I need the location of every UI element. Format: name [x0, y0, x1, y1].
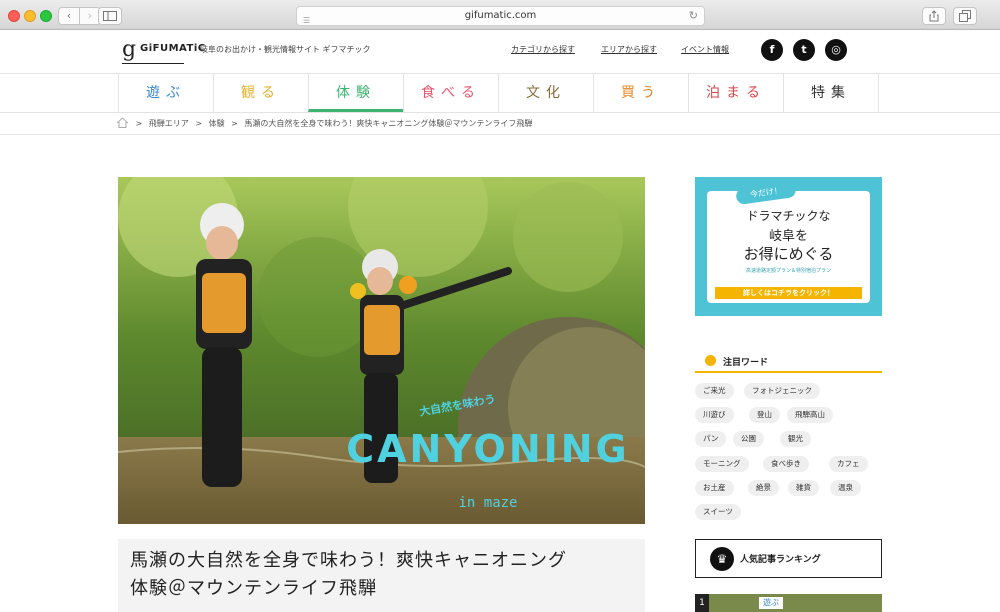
article-title: 馬瀬の大自然を全身で味わう！爽快キャニオニング 体験＠マウンテンライフ飛騨: [130, 550, 567, 599]
twitter-icon[interactable]: t: [793, 39, 815, 61]
tabs-icon: [959, 10, 971, 22]
reader-icon[interactable]: ☰: [303, 12, 310, 30]
ranking-title: 人気記事ランキング: [740, 555, 821, 565]
breadcrumb-category[interactable]: 体験: [209, 119, 225, 128]
campaign-line-1: ドラマチックな: [746, 209, 831, 223]
campaign-badge: 今だけ！: [735, 180, 797, 206]
keyword-tag[interactable]: モーニング: [695, 456, 749, 472]
share-button[interactable]: [922, 7, 946, 25]
tag-icon: [705, 355, 716, 366]
keywords-heading: 注目ワード: [695, 351, 882, 373]
keyword-tag[interactable]: パン: [695, 431, 727, 447]
keyword-tag[interactable]: スイーツ: [695, 504, 741, 520]
keyword-tag[interactable]: 絶景: [748, 480, 779, 496]
campaign-banner[interactable]: 今だけ！ ドラマチックな 岐阜を お得にめぐる 高速道路定額プラン＆特別宿泊プラ…: [695, 177, 882, 316]
instagram-icon[interactable]: ◎: [825, 39, 847, 61]
chevron-left-icon: ‹: [66, 9, 72, 22]
tab-sightseeing[interactable]: 観る: [213, 74, 308, 112]
minimize-window-button[interactable]: [24, 10, 36, 22]
campaign-details-button[interactable]: 詳しくはコチラをクリック！: [715, 287, 862, 299]
share-icon: [929, 10, 939, 22]
keyword-tag[interactable]: 登山: [749, 407, 780, 423]
campaign-line-3: お得にめぐる: [743, 245, 834, 263]
sidebar-icon: [103, 11, 117, 21]
ranking-number: 1: [695, 594, 709, 612]
keyword-tag[interactable]: 温泉: [830, 480, 861, 496]
ranking-item[interactable]: 1 遊ぶ: [695, 594, 882, 612]
hero-overlay-main: CANYONING: [346, 427, 630, 471]
area-search-link[interactable]: エリアから探す: [601, 44, 657, 55]
close-window-button[interactable]: [8, 10, 20, 22]
ranking-heading[interactable]: ♛ 人気記事ランキング: [695, 539, 882, 578]
breadcrumb-area[interactable]: 飛騨エリア: [149, 119, 189, 128]
breadcrumb-current: 馬瀬の大自然を全身で味わう！爽快キャニオニング体験＠マウンテンライフ飛騨: [244, 119, 533, 128]
home-icon[interactable]: [116, 117, 129, 128]
keyword-tag[interactable]: お土産: [695, 480, 734, 496]
keyword-tag[interactable]: カフェ: [829, 456, 868, 472]
keyword-tag[interactable]: フォトジェニック: [744, 383, 820, 399]
hero-overlay-tail: in maze: [458, 495, 517, 511]
keyword-tag[interactable]: 食べ歩き: [763, 456, 809, 472]
tab-experience[interactable]: 体験: [308, 74, 403, 112]
logo-text[interactable]: GiFUMATiC: [140, 43, 206, 54]
tab-feature[interactable]: 特集: [783, 74, 879, 112]
facebook-icon[interactable]: f: [761, 39, 783, 61]
breadcrumb: > 飛騨エリア > 体験 > 馬瀬の大自然を全身で味わう！爽快キャニオニング体験…: [116, 117, 536, 131]
tab-stay[interactable]: 泊まる: [688, 74, 783, 112]
breadcrumb-divider: [0, 134, 1000, 135]
zoom-window-button[interactable]: [40, 10, 52, 22]
keyword-tag[interactable]: 川遊び: [695, 407, 734, 423]
address-bar[interactable]: ☰ gifumatic.com ↻: [296, 6, 705, 26]
category-nav: 遊ぶ 観る 体験 食べる 文化 買う 泊まる 特集: [0, 73, 1000, 113]
category-search-link[interactable]: カテゴリから探す: [511, 44, 575, 55]
logo-mark[interactable]: g: [122, 37, 136, 62]
event-info-link[interactable]: イベント情報: [681, 44, 729, 55]
tab-shop[interactable]: 買う: [593, 74, 688, 112]
breadcrumb-separator: >: [231, 119, 238, 128]
ranking-category-badge: 遊ぶ: [759, 597, 783, 609]
keyword-tag[interactable]: 公園: [733, 431, 764, 447]
campaign-subtext: 高速道路定額プラン＆特別宿泊プラン: [745, 268, 831, 274]
keyword-tag[interactable]: ご来光: [695, 383, 734, 399]
tab-play[interactable]: 遊ぶ: [118, 74, 213, 112]
tab-eat[interactable]: 食べる: [403, 74, 498, 112]
breadcrumb-separator: >: [195, 119, 203, 128]
keyword-tag[interactable]: 観光: [780, 431, 811, 447]
browser-toolbar: ‹ › ☰ gifumatic.com ↻: [0, 0, 1000, 30]
chevron-right-icon: ›: [87, 9, 93, 22]
logo-underline: [122, 63, 184, 64]
site-tagline: 岐阜のお出かけ・観光情報サイト ギフマチック: [200, 45, 371, 54]
breadcrumb-separator: >: [135, 119, 143, 128]
keywords-title: 注目ワード: [723, 358, 769, 368]
url-text: gifumatic.com: [464, 10, 537, 21]
back-button[interactable]: ‹: [58, 7, 80, 25]
sidebar-toggle-button[interactable]: [98, 7, 122, 25]
campaign-banner-card: 今だけ！ ドラマチックな 岐阜を お得にめぐる 高速道路定額プラン＆特別宿泊プラ…: [707, 180, 870, 303]
tab-culture[interactable]: 文化: [498, 74, 593, 112]
crown-icon: ♛: [710, 547, 734, 571]
reload-icon[interactable]: ↻: [689, 7, 698, 25]
keyword-tag[interactable]: 雑貨: [788, 480, 819, 496]
article-title-box: 馬瀬の大自然を全身で味わう！爽快キャニオニング 体験＠マウンテンライフ飛騨: [118, 539, 645, 612]
hero-image[interactable]: 大自然を味わう CANYONING in maze: [118, 177, 645, 524]
tabs-overview-button[interactable]: [953, 7, 977, 25]
keyword-tag[interactable]: 飛騨高山: [787, 407, 833, 423]
site-header: g GiFUMATiC 岐阜のお出かけ・観光情報サイト ギフマチック カテゴリか…: [0, 31, 1000, 73]
campaign-line-2: 岐阜を: [768, 229, 808, 244]
